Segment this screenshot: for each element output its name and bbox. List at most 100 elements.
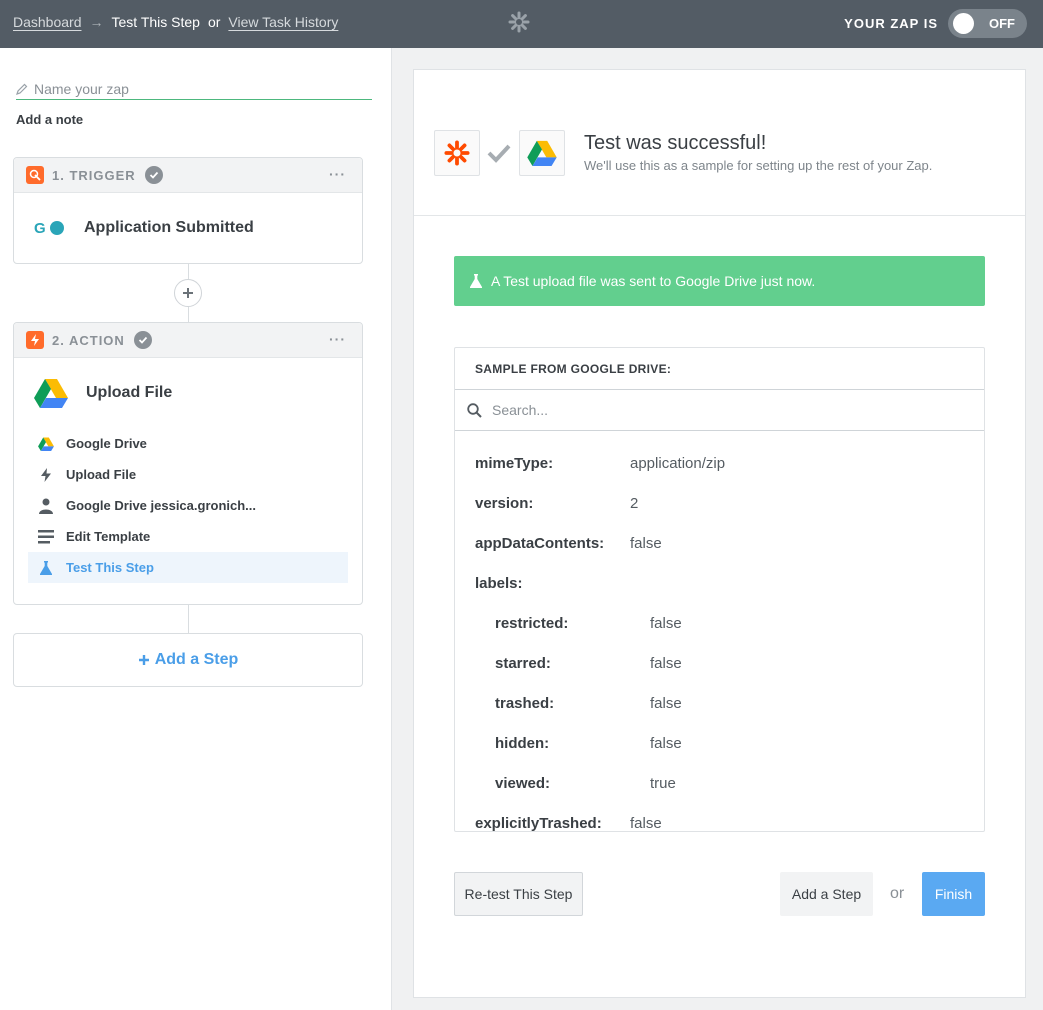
trigger-menu-button[interactable]: ··· [329,166,346,182]
checkmark-icon [487,144,511,163]
svg-text:G: G [34,220,46,237]
sample-search[interactable] [455,389,984,431]
google-drive-app-icon [519,130,565,176]
field-key: starred: [495,654,551,672]
substep-label: Edit Template [66,529,151,544]
sample-field-row: trashed: false [455,683,984,723]
alert-text: A Test upload file was sent to Google Dr… [491,273,816,289]
field-value: false [650,734,682,752]
dashboard-link[interactable]: Dashboard [13,14,82,30]
field-key: explicitlyTrashed: [475,814,602,832]
field-value: false [650,694,682,712]
field-key: mimeType: [475,454,554,472]
field-key: version: [475,494,534,512]
zapier-asterisk-icon [444,140,470,166]
step-connector [188,264,189,279]
zap-status-label: YOUR ZAP IS [844,16,938,31]
trigger-step-card[interactable]: 1. TRIGGER ··· G Application Submitted [13,157,363,264]
breadcrumb-or: or [207,14,221,30]
substep-label: Test This Step [66,560,154,575]
sample-field-row: explicitlyTrashed: false [455,803,984,832]
add-step-label: Add a Step [154,651,239,668]
success-title: Test was successful! [584,132,767,154]
breadcrumb: Dashboard → Test This Step or View Task … [13,14,338,30]
list-icon [38,529,54,545]
insert-step-button[interactable] [174,279,202,307]
substep-account[interactable]: Google Drive jessica.gronich... [28,490,348,521]
zapier-logo-icon[interactable] [508,11,530,33]
flask-icon [38,560,54,576]
success-subtitle: We'll use this as a sample for setting u… [584,158,933,173]
add-step-button[interactable]: Add a Step [13,633,363,687]
test-step-panel: Test was successful! We'll use this as a… [413,69,1026,998]
sample-title: SAMPLE FROM GOOGLE DRIVE: [475,361,672,376]
substep-label: Google Drive jessica.gronich... [66,498,257,513]
toggle-label: OFF [989,16,1015,31]
field-value: false [650,654,682,672]
user-icon [38,498,54,514]
field-key: appDataContents: [475,534,605,552]
substep-choose-action[interactable]: Upload File [28,459,348,490]
substep-edit-template[interactable]: Edit Template [28,521,348,552]
zap-on-off-toggle[interactable]: OFF [948,9,1027,38]
search-icon [467,402,482,418]
substep-choose-app[interactable]: Google Drive [28,428,348,459]
field-key: hidden: [495,734,550,752]
action-icon [26,331,44,349]
field-value: false [650,614,682,632]
gohire-logo-icon: G [34,220,64,237]
sample-field-row: mimeType: application/zip [455,443,984,483]
sample-fields: mimeType: application/zip version: 2 appData… [455,431,984,832]
google-drive-icon [38,436,54,452]
bolt-icon [38,467,54,483]
field-value: application/zip [630,454,726,472]
finish-button[interactable]: Finish [922,872,985,916]
trigger-app-name: Application Submitted [84,219,254,236]
substep-label: Google Drive [66,436,147,451]
sample-field-row: labels: [455,563,984,603]
substep-test-this-step[interactable]: Test This Step [28,552,348,583]
retest-step-button[interactable]: Re-test This Step [454,872,583,916]
zap-name-input[interactable] [34,80,354,97]
action-app-name: Upload File [86,384,173,401]
breadcrumb-arrow: → [89,14,104,30]
sample-field-row: appDataContents: false [455,523,984,563]
field-value: false [630,814,662,832]
action-step-title: 2. ACTION [52,332,125,348]
add-note-link[interactable]: Add a note [16,112,83,127]
success-alert: A Test upload file was sent to Google Dr… [454,256,985,306]
editor-sidebar: Add a note 1. TRIGGER ··· G Application … [0,48,392,1010]
sample-field-row: viewed: true [455,763,984,803]
top-bar: Dashboard → Test This Step or View Task … [0,0,1043,48]
zapier-app-icon [434,130,480,176]
check-circle-icon [144,166,163,184]
trigger-step-title: 1. TRIGGER [52,167,136,183]
trigger-step-header[interactable]: 1. TRIGGER ··· [14,158,362,193]
sample-search-input[interactable] [492,402,952,418]
pencil-icon [16,83,28,95]
success-header: Test was successful! We'll use this as a… [414,70,1025,216]
sample-field-row: starred: false [455,643,984,683]
step-connector [188,605,189,633]
field-key: labels: [475,574,523,592]
zap-name-field[interactable] [16,78,372,100]
toggle-knob [953,13,974,34]
plus-icon [183,288,193,298]
action-menu-button[interactable]: ··· [329,331,346,347]
field-key: viewed: [495,774,551,792]
field-value: false [630,534,662,552]
view-task-history-link[interactable]: View Task History [228,14,338,30]
sample-data-box[interactable]: SAMPLE FROM GOOGLE DRIVE: mimeType: appli… [454,347,985,832]
add-a-step-button[interactable]: Add a Step [780,872,873,916]
google-drive-icon [34,379,68,408]
action-step-header[interactable]: 2. ACTION ··· [14,323,362,358]
field-value: true [650,774,676,792]
substep-label: Upload File [66,467,137,482]
check-circle-icon [133,331,152,349]
action-step-card[interactable]: 2. ACTION ··· Upload File Google Drive U… [13,322,363,605]
step-connector [188,307,189,322]
action-substeps: Google Drive Upload File Google Drive je… [14,428,362,583]
field-key: trashed: [495,694,555,712]
field-value: 2 [630,494,639,512]
flask-icon [470,274,482,288]
